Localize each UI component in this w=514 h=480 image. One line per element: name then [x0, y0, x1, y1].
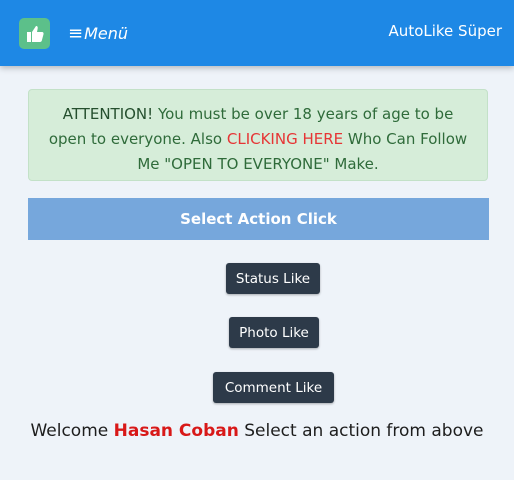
status-like-button[interactable]: Status Like [226, 263, 320, 294]
welcome-message: Welcome Hasan Coban Select an action fro… [0, 421, 514, 441]
welcome-suffix: Select an action from above [238, 421, 484, 441]
thumbs-up-icon[interactable] [19, 18, 50, 49]
select-action-banner: Select Action Click [28, 198, 489, 240]
menu-toggle[interactable]: ≡ Menü [68, 21, 128, 45]
user-name: Hasan Coban [113, 421, 239, 441]
navbar: ≡ Menü AutoLike Süper [0, 0, 514, 66]
photo-like-button[interactable]: Photo Like [229, 317, 319, 348]
comment-like-button[interactable]: Comment Like [213, 372, 334, 403]
age-warning-alert: ATTENTION! You must be over 18 years of … [28, 89, 488, 181]
hamburger-icon: ≡ [68, 22, 84, 44]
alert-title: ATTENTION! [62, 105, 154, 123]
clicking-here-link[interactable]: CLICKING HERE [227, 130, 343, 148]
brand-link[interactable]: AutoLike Süper [389, 22, 502, 40]
welcome-prefix: Welcome [30, 421, 114, 441]
menu-label: Menü [84, 23, 129, 43]
